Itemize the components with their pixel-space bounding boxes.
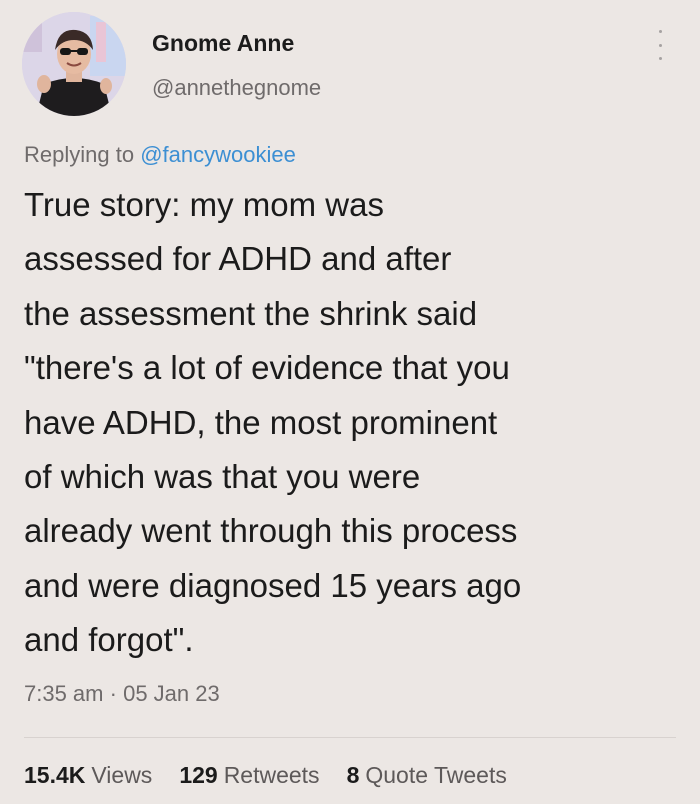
tweet-stats: 15.4K Views 129 Retweets 8 Quote Tweets (24, 762, 534, 789)
retweets-stat[interactable]: 129 Retweets (179, 762, 319, 789)
tweet-text-line: of which was that you were (24, 458, 421, 496)
tweet-text-line: and were diagnosed 15 years ago (24, 566, 522, 604)
tweet-text-line: "there's a lot of evidence that you (24, 349, 510, 387)
reply-prefix: Replying to (24, 142, 135, 167)
author-name[interactable]: Gnome Anne (152, 30, 294, 57)
views-label: Views (91, 762, 153, 788)
views-count: 15.4K (24, 762, 86, 788)
more-vertical-icon[interactable] (650, 30, 670, 60)
quote-tweets-stat[interactable]: 8 Quote Tweets (347, 762, 507, 789)
tweet-card: Gnome Anne @annethegnome Replying to @fa… (0, 0, 700, 804)
retweets-label: Retweets (223, 762, 320, 788)
dot (658, 57, 662, 60)
tweet-text-line: the assessment the shrink said (24, 294, 478, 332)
tweet-timestamp[interactable]: 7:35 am · 05 Jan 23 (24, 681, 220, 707)
author-handle[interactable]: @annethegnome (152, 75, 321, 101)
quote-tweets-count: 8 (346, 762, 360, 788)
timestamp-separator: · (109, 681, 117, 706)
avatar-image (22, 12, 126, 116)
views-stat[interactable]: 15.4K Views (24, 762, 152, 789)
tweet-time: 7:35 am (24, 681, 104, 706)
tweet-date: 05 Jan 23 (123, 681, 220, 706)
reply-context: Replying to @fancywookiee (24, 142, 296, 168)
avatar[interactable] (22, 12, 126, 116)
tweet-text-line: already went through this process (24, 512, 518, 550)
tweet-text-line: have ADHD, the most prominent (24, 403, 498, 441)
retweets-count: 129 (179, 762, 218, 788)
dot (658, 43, 662, 47)
tweet-text-line: True story: my mom was (24, 186, 384, 223)
dot (658, 30, 662, 33)
reply-mention-link[interactable]: @fancywookiee (140, 142, 296, 167)
tweet-text: True story: my mom was assessed for ADHD… (24, 178, 684, 668)
quote-tweets-label: Quote Tweets (365, 762, 507, 788)
divider (24, 737, 676, 738)
tweet-text-line: assessed for ADHD and after (24, 240, 452, 278)
tweet-text-line: and forgot". (24, 621, 194, 659)
